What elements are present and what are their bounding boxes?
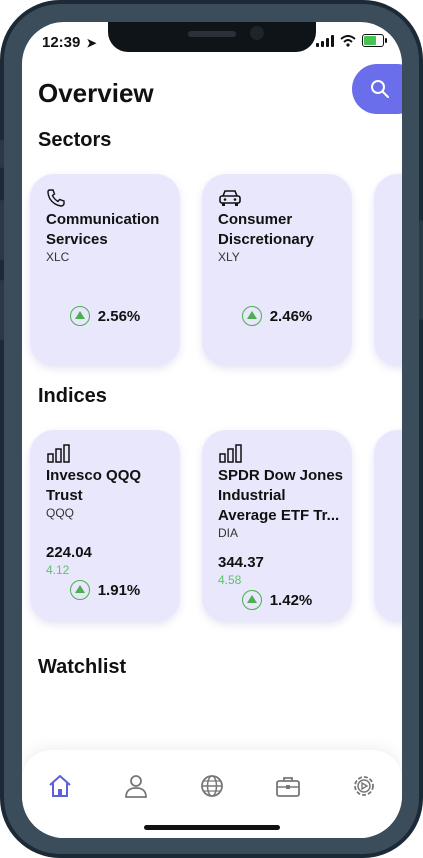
watchlist-section-title: Watchlist [38,656,127,678]
speaker [188,31,236,37]
sector-change-row: 2.46% [202,306,352,326]
status-time: 12:39 ➤ [42,34,97,51]
index-change-row: 1.42% [202,590,352,610]
bar-chart-icon [219,444,242,463]
sector-name: Consumer Discretionary [218,211,314,248]
mute-switch [0,140,4,168]
tab-home[interactable] [40,766,80,806]
cellular-signal-icon [316,34,334,47]
up-arrow-icon [69,306,90,326]
power-button [419,220,423,320]
location-arrow-icon: ➤ [86,36,97,50]
sector-change-percent: 2.56% [97,307,141,325]
up-arrow-icon [69,580,90,600]
bar-chart-icon [47,444,70,463]
search-button[interactable] [352,64,402,114]
home-indicator [144,825,280,830]
sector-card[interactable]: Consumer Discretionary XLY 2.46% [202,174,352,366]
up-arrow-icon [241,306,262,326]
index-card[interactable]: Invesco QQQ Trust QQQ 224.04 4.12 1.91% [30,430,180,622]
tab-markets[interactable] [192,766,232,806]
wifi-icon [340,34,356,47]
sector-change-percent: 2.46% [269,307,313,325]
index-price: 344.37 [218,554,264,571]
status-icons [316,34,387,47]
index-price: 224.04 [46,544,92,561]
tab-settings[interactable] [344,766,384,806]
index-name: SPDR Dow Jones Industrial Average ETF Tr… [218,467,344,524]
sectors-carousel[interactable]: Communication Services XLC 2.56% Consume… [30,174,402,366]
sector-ticker: XLY [218,250,240,264]
sector-card-partial[interactable] [374,174,402,366]
index-change-percent: 1.91% [97,581,141,599]
sectors-section-title: Sectors [38,129,112,151]
user-icon [125,775,147,798]
volume-down-button [0,280,4,340]
index-change: 4.12 [46,563,70,577]
notch [108,22,316,52]
index-change-percent: 1.42% [269,591,313,609]
briefcase-icon [276,777,300,797]
volume-up-button [0,200,4,260]
indices-section-title: Indices [38,385,107,407]
index-ticker: QQQ [46,506,75,520]
index-card[interactable]: SPDR Dow Jones Industrial Average ETF Tr… [202,430,352,622]
up-arrow-icon [241,590,262,610]
tab-portfolio[interactable] [268,766,308,806]
index-name: Invesco QQQ Trust [46,467,142,504]
front-camera [250,26,264,40]
index-change-row: 1.91% [30,580,180,600]
settings-icon [354,776,374,796]
index-card-partial[interactable] [374,430,402,622]
battery-icon [362,34,387,47]
home-icon [49,775,71,797]
sector-change-row: 2.56% [30,306,180,326]
phone-icon [47,189,65,207]
sector-name: Communication Services [46,211,160,248]
globe-icon [201,775,223,797]
index-change: 4.58 [218,573,242,587]
status-time-text: 12:39 [42,34,81,51]
indices-carousel[interactable]: Invesco QQQ Trust QQQ 224.04 4.12 1.91% … [30,430,402,622]
app-screen: 12:39 ➤ Overview Sectors Communication S… [22,22,402,838]
page-title: Overview [38,78,154,108]
index-ticker: DIA [218,526,239,540]
car-icon [219,190,241,206]
sector-card[interactable]: Communication Services XLC 2.56% [30,174,180,366]
tab-profile[interactable] [116,766,156,806]
search-icon [371,80,389,98]
sector-ticker: XLC [46,250,70,264]
